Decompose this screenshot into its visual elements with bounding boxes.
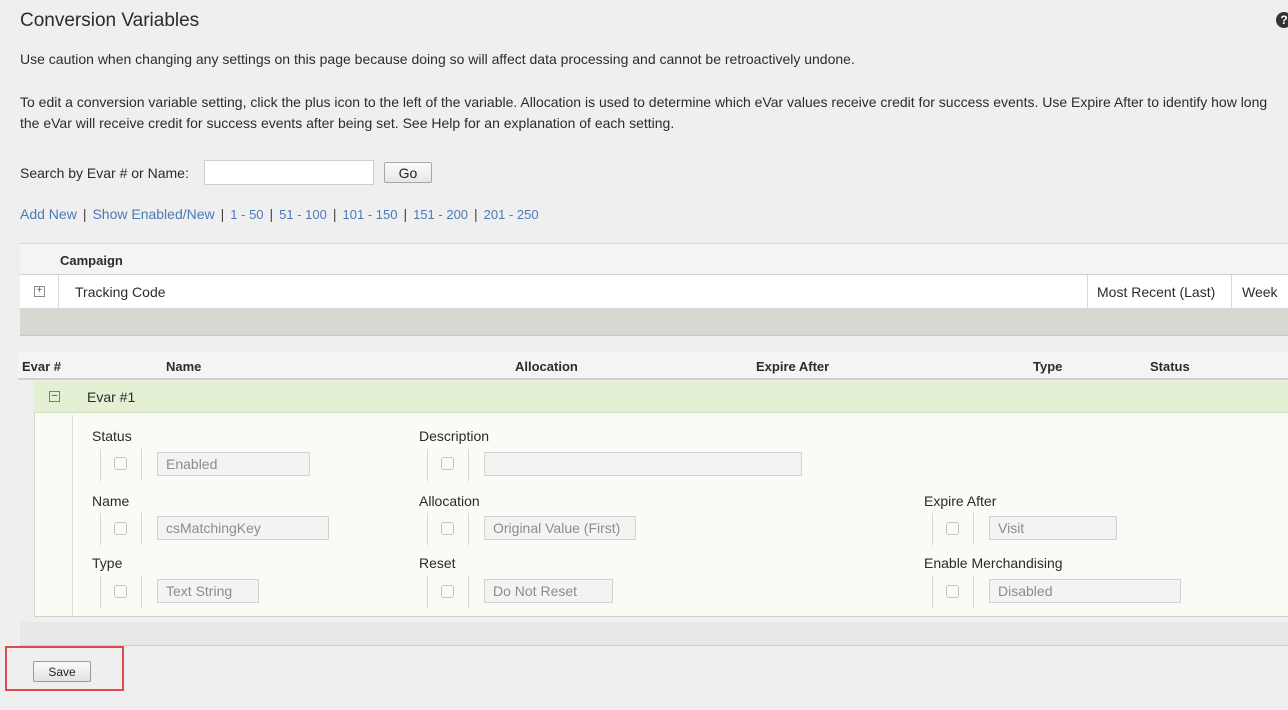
column-header-allocation[interactable]: Allocation <box>515 359 578 374</box>
tracking-code-allocation: Most Recent (Last) <box>1097 284 1216 300</box>
field-divider <box>141 576 142 608</box>
column-header-status[interactable]: Status <box>1150 359 1190 374</box>
range-link-101-150[interactable]: 101 - 150 <box>343 207 398 222</box>
field-divider <box>468 576 469 608</box>
panel-guide-line <box>72 415 73 617</box>
type-checkbox[interactable] <box>114 585 127 598</box>
status-field: Enabled <box>157 452 310 476</box>
tracking-code-name: Tracking Code <box>75 284 166 300</box>
expire-after-field: Visit <box>989 516 1117 540</box>
campaign-label: Campaign <box>60 253 123 268</box>
evar-1-title-row[interactable]: − Evar #1 <box>34 381 1288 413</box>
name-checkbox[interactable] <box>114 522 127 535</box>
field-divider <box>100 449 101 481</box>
field-divider <box>427 576 428 608</box>
help-icon[interactable]: ? <box>1276 12 1288 28</box>
field-divider <box>468 449 469 481</box>
show-enabled-new-link[interactable]: Show Enabled/New <box>92 206 214 222</box>
reset-checkbox[interactable] <box>441 585 454 598</box>
field-divider <box>427 513 428 545</box>
search-label: Search by Evar # or Name: <box>20 165 189 181</box>
column-header-evar-number[interactable]: Evar # <box>22 359 61 374</box>
page-title: Conversion Variables <box>20 10 200 31</box>
enable-merchandising-field: Disabled <box>989 579 1181 603</box>
range-link-151-200[interactable]: 151 - 200 <box>413 207 468 222</box>
allocation-field: Original Value (First) <box>484 516 636 540</box>
column-header-name[interactable]: Name <box>166 359 201 374</box>
link-separator: | <box>403 206 408 222</box>
evar-1-panel: − Evar #1 Status Enabled Description Nam… <box>34 381 1288 617</box>
evar-table-header: Evar # Name Allocation Expire After Type… <box>18 352 1288 380</box>
reset-field: Do Not Reset <box>484 579 613 603</box>
column-divider <box>58 275 59 309</box>
link-separator: | <box>220 206 225 222</box>
range-link-201-250[interactable]: 201 - 250 <box>484 207 539 222</box>
field-divider <box>100 513 101 545</box>
reset-label: Reset <box>419 555 456 571</box>
tracking-code-expire: Week <box>1242 284 1278 300</box>
link-separator: | <box>332 206 337 222</box>
campaign-footer-band <box>20 309 1288 336</box>
link-separator: | <box>269 206 274 222</box>
enable-merchandising-checkbox[interactable] <box>946 585 959 598</box>
enable-merchandising-label: Enable Merchandising <box>924 555 1063 571</box>
allocation-checkbox[interactable] <box>441 522 454 535</box>
field-divider <box>141 449 142 481</box>
column-divider <box>1087 275 1088 309</box>
description-label: Description <box>419 428 490 444</box>
column-divider <box>1231 275 1232 309</box>
plus-square-icon[interactable]: + <box>34 286 45 297</box>
campaign-section-header: Campaign <box>20 243 1288 275</box>
name-label: Name <box>92 493 130 509</box>
description-checkbox[interactable] <box>441 457 454 470</box>
range-link-1-50[interactable]: 1 - 50 <box>230 207 263 222</box>
conversion-variables-page: Conversion Variables ? Use caution when … <box>0 0 1288 710</box>
link-separator: | <box>474 206 478 222</box>
type-field: Text String <box>157 579 259 603</box>
name-field: csMatchingKey <box>157 516 329 540</box>
status-label: Status <box>92 428 132 444</box>
field-divider <box>973 576 974 608</box>
field-divider <box>141 513 142 545</box>
evar-1-title: Evar #1 <box>87 389 136 405</box>
save-button[interactable]: Save <box>33 661 91 682</box>
field-divider <box>427 449 428 481</box>
field-divider <box>932 576 933 608</box>
range-link-51-100[interactable]: 51 - 100 <box>279 207 327 222</box>
column-header-expire-after[interactable]: Expire After <box>756 359 829 374</box>
panel-guide-line <box>34 381 35 617</box>
allocation-label: Allocation <box>419 493 480 509</box>
expire-after-label: Expire After <box>924 493 997 509</box>
column-header-type[interactable]: Type <box>1033 359 1062 374</box>
table-footer-band <box>20 622 1288 646</box>
field-divider <box>100 576 101 608</box>
description-field <box>484 452 802 476</box>
search-input[interactable] <box>204 160 374 185</box>
expire-after-checkbox[interactable] <box>946 522 959 535</box>
field-divider <box>973 513 974 545</box>
field-divider <box>932 513 933 545</box>
minus-square-icon[interactable]: − <box>49 391 60 402</box>
caution-text: Use caution when changing any settings o… <box>20 51 855 67</box>
tracking-code-row[interactable]: + Tracking Code Most Recent (Last) Week <box>20 275 1288 309</box>
instructions-text: To edit a conversion variable setting, c… <box>20 94 1268 131</box>
link-separator: | <box>82 206 87 222</box>
filter-links: Add New | Show Enabled/New | 1 - 50 | 51 - 100… <box>20 206 539 222</box>
add-new-link[interactable]: Add New <box>20 206 77 222</box>
type-label: Type <box>92 555 123 571</box>
status-checkbox[interactable] <box>114 457 127 470</box>
field-divider <box>468 513 469 545</box>
go-button[interactable]: Go <box>384 162 432 183</box>
